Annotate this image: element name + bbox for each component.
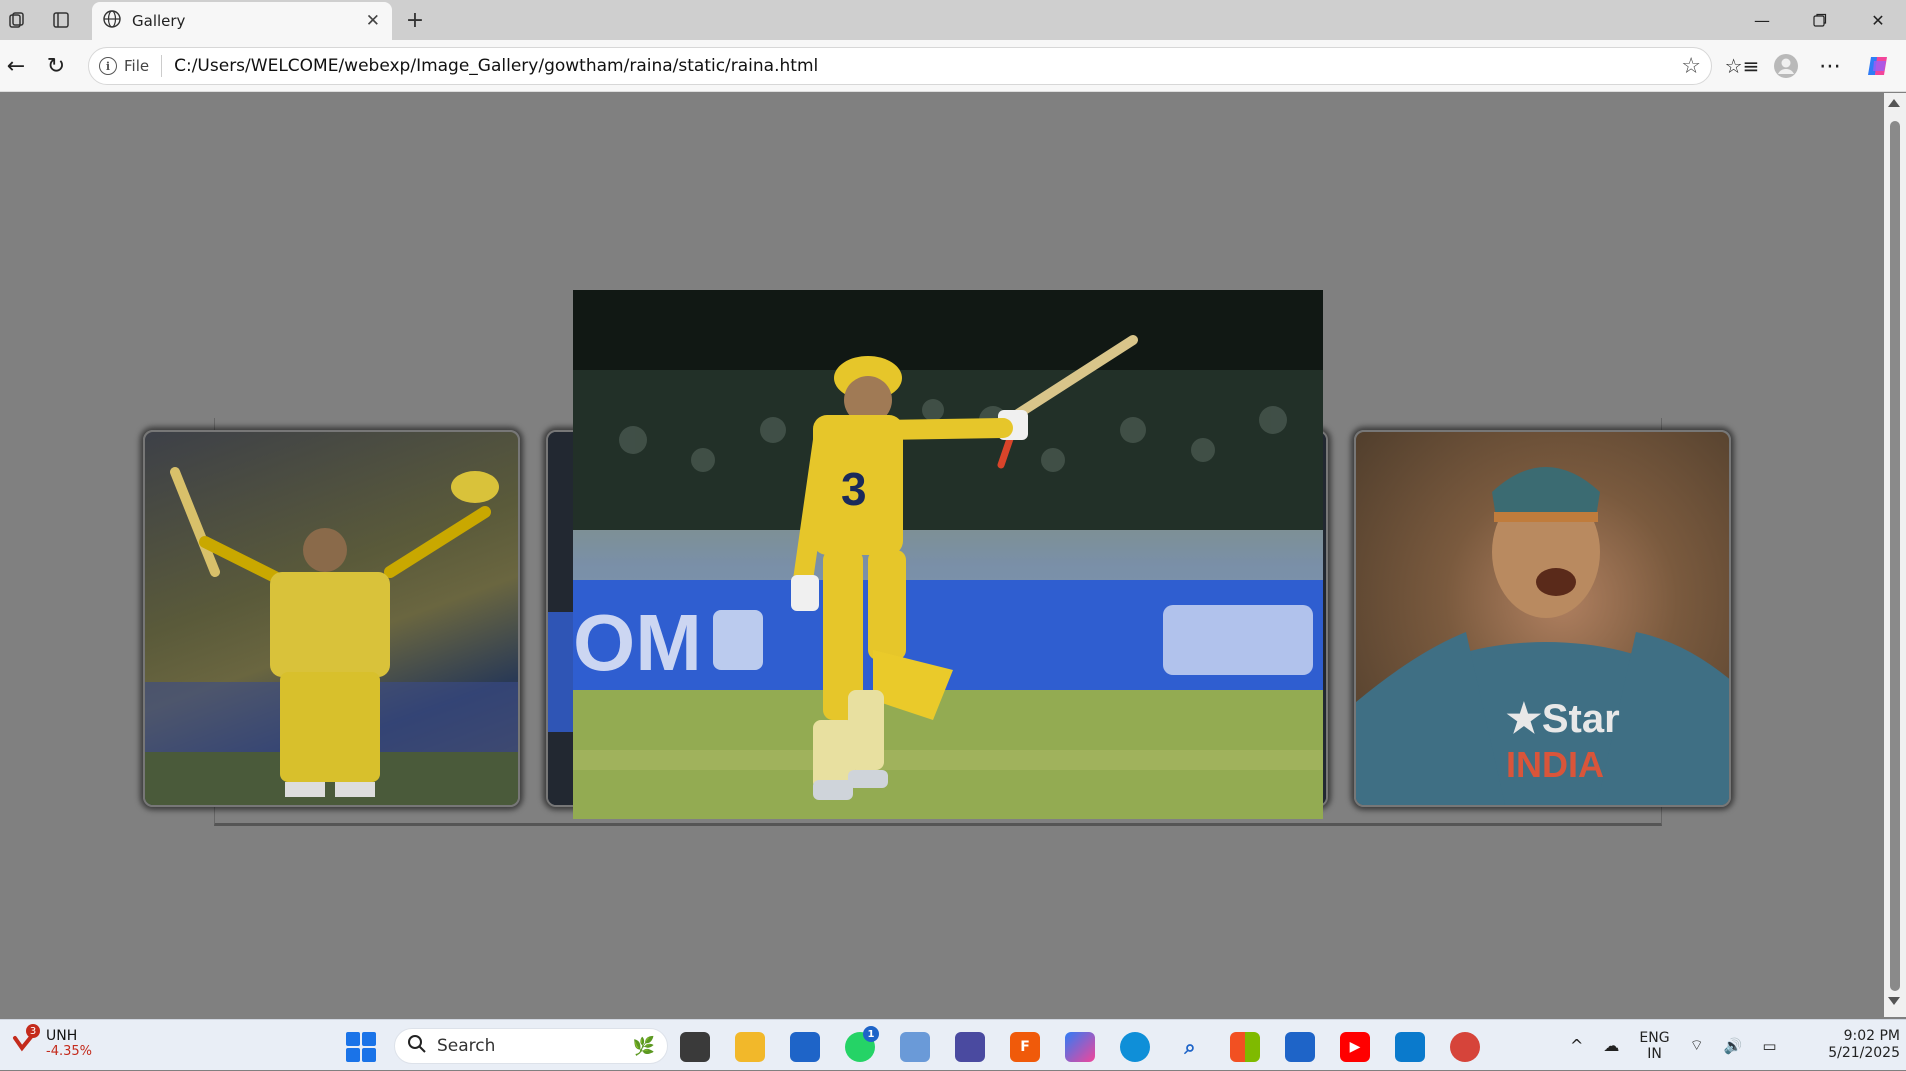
close-window-button[interactable]: ✕ xyxy=(1850,0,1906,40)
scroll-up-arrow-icon[interactable] xyxy=(1888,99,1900,107)
show-hidden-icons-icon[interactable]: ^ xyxy=(1570,1036,1583,1055)
edge-icon[interactable] xyxy=(1120,1032,1150,1062)
language-indicator[interactable]: ENG IN xyxy=(1639,1030,1669,1062)
player-walking-image: OM 3 xyxy=(573,290,1323,819)
microsoft-icon[interactable] xyxy=(1230,1032,1260,1062)
time: 9:02 PM xyxy=(1843,1028,1900,1044)
volume-icon[interactable]: 🔊 xyxy=(1724,1037,1743,1055)
address-bar[interactable]: i File C:/Users/WELCOME/webexp/Image_Gal… xyxy=(88,47,1712,85)
stock-symbol: UNH xyxy=(46,1028,78,1044)
store-icon[interactable] xyxy=(1285,1032,1315,1062)
favorites-icon[interactable]: ☆≡ xyxy=(1725,50,1760,82)
svg-text:3: 3 xyxy=(841,463,867,515)
language-code: ENG xyxy=(1639,1029,1670,1046)
svg-text:INDIA: INDIA xyxy=(1506,744,1604,785)
gallery-image-3[interactable]: ★Star INDIA xyxy=(1354,430,1731,807)
microsoft-store-icon[interactable] xyxy=(790,1032,820,1062)
file-label: File xyxy=(124,57,150,75)
clock[interactable]: 9:02 PM 5/21/2025 xyxy=(1800,1028,1900,1062)
task-view-icon[interactable] xyxy=(680,1032,710,1062)
whatsapp-icon[interactable]: 1 xyxy=(845,1026,879,1062)
refresh-button[interactable]: ↻ xyxy=(40,50,72,82)
profile-avatar[interactable] xyxy=(1770,50,1802,82)
scrollbar-thumb[interactable] xyxy=(1890,121,1900,991)
youtube-icon[interactable]: ▶ xyxy=(1340,1032,1370,1062)
more-options-icon[interactable]: ⋯ xyxy=(1814,50,1846,82)
file-explorer-icon[interactable] xyxy=(735,1032,765,1062)
new-tab-button[interactable]: + xyxy=(400,6,430,34)
tab-title: Gallery xyxy=(132,12,186,30)
app-f-icon[interactable]: F xyxy=(1010,1032,1040,1062)
info-icon[interactable]: i xyxy=(99,57,117,75)
tab-strip: Gallery ✕ + — ✕ xyxy=(0,0,1906,40)
whatsapp-badge: 1 xyxy=(863,1026,879,1042)
scroll-down-arrow-icon[interactable] xyxy=(1888,997,1900,1005)
player-celebrating-image xyxy=(145,467,518,805)
start-button[interactable] xyxy=(346,1032,376,1062)
date: 5/21/2025 xyxy=(1828,1045,1900,1061)
copilot-icon[interactable] xyxy=(1862,50,1894,82)
stock-chart-icon: 3 xyxy=(12,1024,40,1054)
restore-button[interactable] xyxy=(1792,0,1848,40)
search-placeholder: Search xyxy=(437,1036,496,1056)
stock-widget[interactable]: 3 UNH -4.35% xyxy=(12,1024,92,1059)
wifi-icon[interactable]: ⌔ xyxy=(1690,1036,1704,1055)
svg-text:★Star: ★Star xyxy=(1506,697,1620,741)
search-app-icon[interactable]: ⌕ xyxy=(1175,1032,1205,1062)
copilot-app-icon[interactable] xyxy=(1065,1032,1095,1062)
search-icon xyxy=(407,1034,427,1058)
svg-text:OM: OM xyxy=(573,598,702,687)
battery-icon[interactable]: ▭ xyxy=(1762,1037,1776,1055)
vertical-scrollbar[interactable] xyxy=(1884,93,1906,1017)
divider xyxy=(161,55,163,77)
globe-icon xyxy=(102,9,122,33)
taskbar: 3 UNH -4.35% Search 🌿 1 F ⌕ ▶ ^ ☁ ENG IN xyxy=(0,1019,1906,1070)
search-highlight-icon: 🌿 xyxy=(632,1035,655,1057)
featured-image[interactable]: OM 3 xyxy=(573,290,1323,819)
taskbar-search[interactable]: Search 🌿 xyxy=(394,1028,668,1064)
favorite-star-icon[interactable]: ☆ xyxy=(1681,54,1701,79)
close-tab-icon[interactable]: ✕ xyxy=(366,11,380,31)
player-india-jersey-image: ★Star INDIA xyxy=(1356,467,1729,805)
system-tray: ^ ☁ ENG IN ⌔ 🔊 ▭ xyxy=(1570,1020,1777,1071)
workspaces-icon[interactable] xyxy=(2,6,32,34)
minimize-button[interactable]: — xyxy=(1734,0,1790,40)
vscode-icon[interactable] xyxy=(1395,1032,1425,1062)
tab-gallery[interactable]: Gallery ✕ xyxy=(92,2,392,40)
onedrive-icon[interactable]: ☁ xyxy=(1603,1036,1619,1055)
app-grid-icon[interactable] xyxy=(955,1032,985,1062)
photos-icon[interactable] xyxy=(900,1032,930,1062)
navigation-bar: ← ↻ i File C:/Users/WELCOME/webexp/Image… xyxy=(0,40,1906,92)
back-button[interactable]: ← xyxy=(0,50,32,82)
tab-actions-icon[interactable] xyxy=(46,6,76,34)
stock-badge: 3 xyxy=(26,1024,40,1038)
stock-change: -4.35% xyxy=(46,1044,92,1059)
url-text[interactable]: C:/Users/WELCOME/webexp/Image_Gallery/go… xyxy=(174,56,1681,76)
region-code: IN xyxy=(1647,1045,1662,1062)
chrome-icon[interactable] xyxy=(1450,1032,1480,1062)
gallery-image-1[interactable] xyxy=(143,430,520,807)
